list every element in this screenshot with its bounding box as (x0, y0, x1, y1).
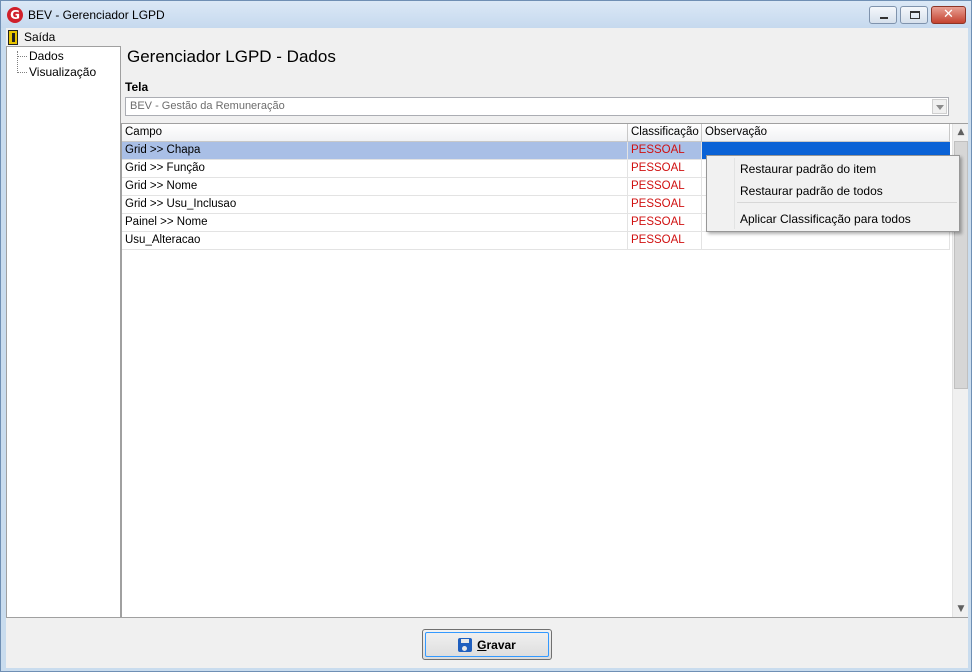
cell-classificacao[interactable]: PESSOAL (628, 160, 702, 178)
column-header-campo[interactable]: Campo (122, 124, 628, 142)
chevron-down-icon[interactable] (932, 99, 947, 114)
menu-item-restore-item[interactable]: Restaurar padrão do item (740, 160, 876, 178)
maximize-button[interactable] (900, 6, 928, 24)
column-header-observacao[interactable]: Observação (702, 124, 950, 142)
menu-item-apply-classification[interactable]: Aplicar Classificação para todos (740, 210, 911, 228)
tree-item-label: Visualização (29, 65, 97, 79)
tree-item-label: Dados (29, 49, 64, 63)
close-icon: ✕ (943, 7, 954, 22)
floppy-disk-icon (458, 637, 473, 652)
exit-door-icon (8, 29, 18, 45)
menu-exit[interactable]: Saída (8, 29, 55, 45)
cell-campo[interactable]: Grid >> Função (122, 160, 628, 178)
scroll-down-icon[interactable]: ▼ (953, 601, 969, 617)
tela-select-value: BEV - Gestão da Remuneração (130, 100, 285, 112)
close-button[interactable]: ✕ (931, 6, 966, 24)
column-header-classificacao[interactable]: Classificação (628, 124, 702, 142)
tree-item-visualizacao[interactable]: Visualização (7, 65, 96, 80)
cell-classificacao[interactable]: PESSOAL (628, 214, 702, 232)
menu-item-restore-all[interactable]: Restaurar padrão de todos (740, 182, 883, 200)
save-button-label: Gravar (477, 638, 516, 652)
title-bar[interactable]: G BEV - Gerenciador LGPD ✕ (1, 1, 971, 28)
cell-observacao[interactable] (702, 232, 950, 250)
cell-classificacao[interactable]: PESSOAL (628, 178, 702, 196)
client-area: Saída Dados Visualização Gerenciador LGP… (6, 28, 968, 668)
context-menu: Restaurar padrão do item Restaurar padrã… (706, 155, 960, 232)
cell-campo[interactable]: Usu_Alteracao (122, 232, 628, 250)
cell-classificacao[interactable]: PESSOAL (628, 142, 702, 160)
tela-select[interactable]: BEV - Gestão da Remuneração (125, 97, 949, 116)
save-button[interactable]: Gravar (422, 629, 552, 660)
table-row[interactable]: Usu_Alteracao PESSOAL (122, 232, 950, 250)
cell-campo[interactable]: Grid >> Nome (122, 178, 628, 196)
window-title: BEV - Gerenciador LGPD (28, 8, 165, 22)
cell-campo[interactable]: Grid >> Chapa (122, 142, 628, 160)
app-logo-icon: G (7, 7, 23, 23)
minimize-button[interactable] (869, 6, 897, 24)
cell-classificacao[interactable]: PESSOAL (628, 232, 702, 250)
menu-exit-label: Saída (24, 30, 56, 44)
save-label-rest: ravar (486, 637, 516, 652)
menu-separator (737, 202, 957, 203)
scroll-up-icon[interactable]: ▲ (953, 124, 969, 140)
cell-campo[interactable]: Grid >> Usu_Inclusao (122, 196, 628, 214)
cell-campo[interactable]: Painel >> Nome (122, 214, 628, 232)
tree-branch (17, 72, 27, 73)
menu-gutter (734, 158, 735, 229)
menu-bar: Saída (6, 28, 968, 46)
page-title: Gerenciador LGPD - Dados (127, 47, 336, 66)
cell-classificacao[interactable]: PESSOAL (628, 196, 702, 214)
tree-item-dados[interactable]: Dados (7, 49, 64, 64)
tela-label: Tela (125, 80, 149, 94)
tree-branch (17, 56, 27, 57)
maximize-icon (910, 11, 920, 19)
app-window: G BEV - Gerenciador LGPD ✕ Saída Dados V… (0, 0, 972, 672)
minimize-icon (880, 17, 888, 19)
grid-header: Campo Classificação Observação (122, 124, 950, 142)
navigation-tree: Dados Visualização (6, 46, 121, 618)
